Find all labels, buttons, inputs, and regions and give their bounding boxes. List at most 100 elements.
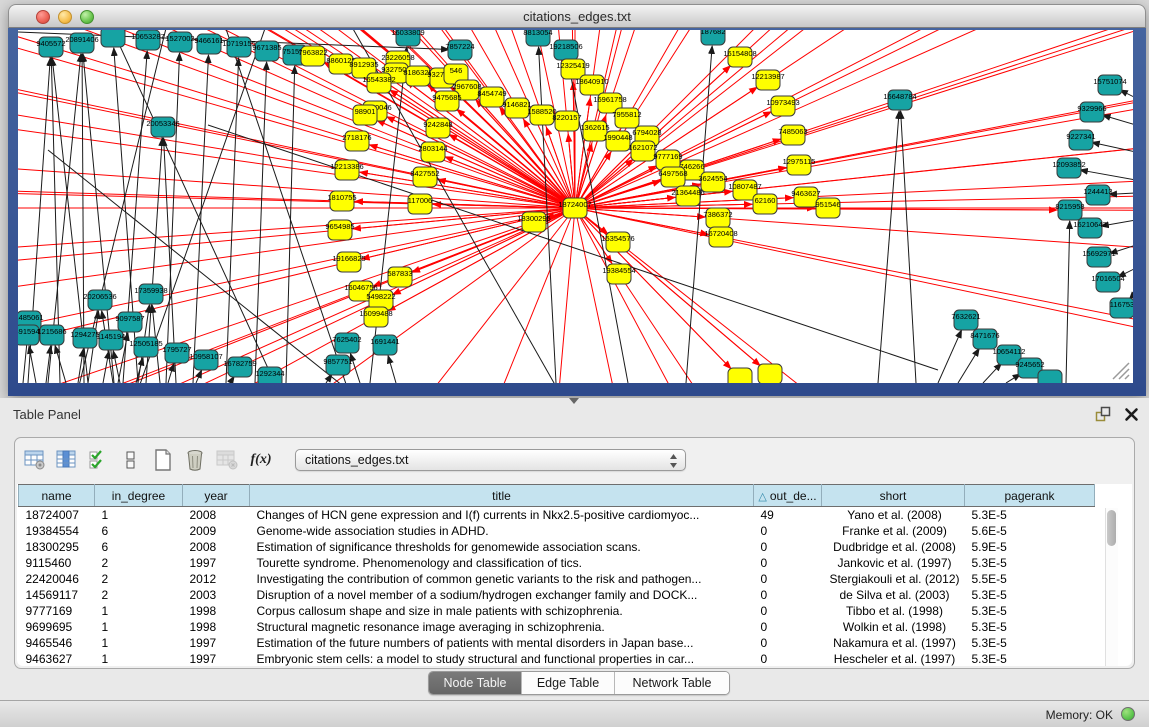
cell-pagerank[interactable]: 5.3E-5 xyxy=(965,635,1095,651)
cell-name[interactable]: 14569117 xyxy=(19,587,95,603)
cell-pagerank[interactable]: 5.3E-5 xyxy=(965,619,1095,635)
cell-out_de[interactable]: 0 xyxy=(754,651,822,667)
column-header-in_degree[interactable]: in_degree xyxy=(95,485,183,507)
cell-name[interactable]: 22420046 xyxy=(19,571,95,587)
column-header-year[interactable]: year xyxy=(183,485,250,507)
table-row[interactable]: 2242004622012Investigating the contribut… xyxy=(19,571,1095,587)
cell-year[interactable]: 2003 xyxy=(183,587,250,603)
cell-short[interactable]: Jankovic et al. (1997) xyxy=(822,555,965,571)
cell-pagerank[interactable]: 5.3E-5 xyxy=(965,555,1095,571)
cell-title[interactable]: Estimation of the future numbers of pati… xyxy=(250,635,754,651)
cell-in_degree[interactable]: 2 xyxy=(95,587,183,603)
tab-edge-table[interactable]: Edge Table xyxy=(521,672,614,694)
tab-node-table[interactable]: Node Table xyxy=(429,672,521,694)
cell-year[interactable]: 2009 xyxy=(183,523,250,539)
cell-title[interactable]: Embryonic stem cells: a model to study s… xyxy=(250,651,754,667)
cell-out_de[interactable]: 0 xyxy=(754,571,822,587)
cell-in_degree[interactable]: 1 xyxy=(95,507,183,523)
cell-year[interactable]: 2012 xyxy=(183,571,250,587)
table-mode-icon[interactable] xyxy=(23,448,47,472)
graph-node[interactable] xyxy=(758,364,782,383)
table-row[interactable]: 977716911998Corpus callosum shape and si… xyxy=(19,603,1095,619)
table-row[interactable]: 1456911722003Disruption of a novel membe… xyxy=(19,587,1095,603)
cell-name[interactable]: 9465546 xyxy=(19,635,95,651)
table-scrollbar[interactable] xyxy=(1105,508,1118,666)
cell-pagerank[interactable]: 5.5E-5 xyxy=(965,571,1095,587)
cell-year[interactable]: 1998 xyxy=(183,603,250,619)
cell-name[interactable]: 18724007 xyxy=(19,507,95,523)
scrollbar-thumb[interactable] xyxy=(1107,510,1116,546)
column-header-title[interactable]: title xyxy=(250,485,754,507)
cell-in_degree[interactable]: 6 xyxy=(95,539,183,555)
cell-out_de[interactable]: 0 xyxy=(754,619,822,635)
cell-short[interactable]: Tibbo et al. (1998) xyxy=(822,603,965,619)
cell-out_de[interactable]: 0 xyxy=(754,555,822,571)
cell-name[interactable]: 18300295 xyxy=(19,539,95,555)
cell-name[interactable]: 19384554 xyxy=(19,523,95,539)
cell-out_de[interactable]: 0 xyxy=(754,587,822,603)
cell-title[interactable]: Structural magnetic resonance image aver… xyxy=(250,619,754,635)
table-row[interactable]: 946554611997Estimation of the future num… xyxy=(19,635,1095,651)
cell-pagerank[interactable]: 5.3E-5 xyxy=(965,603,1095,619)
cell-year[interactable]: 1997 xyxy=(183,635,250,651)
cell-short[interactable]: Stergiakouli et al. (2012) xyxy=(822,571,965,587)
window-titlebar[interactable]: citations_edges.txt xyxy=(8,4,1146,28)
cell-pagerank[interactable]: 5.3E-5 xyxy=(965,587,1095,603)
cell-in_degree[interactable]: 2 xyxy=(95,555,183,571)
graph-node[interactable] xyxy=(1038,370,1062,383)
cell-out_de[interactable]: 49 xyxy=(754,507,822,523)
cell-title[interactable]: Corpus callosum shape and size in male p… xyxy=(250,603,754,619)
splitter-grip-icon[interactable] xyxy=(569,398,579,404)
cell-in_degree[interactable]: 1 xyxy=(95,619,183,635)
cell-out_de[interactable]: 0 xyxy=(754,523,822,539)
table-row[interactable]: 1938455462009Genome-wide association stu… xyxy=(19,523,1095,539)
network-graph[interactable]: 1872400794055722089140610653287152700294… xyxy=(18,30,1133,383)
graph-node[interactable] xyxy=(101,30,125,47)
cell-in_degree[interactable]: 1 xyxy=(95,635,183,651)
graph-node[interactable] xyxy=(728,368,752,383)
network-view-window[interactable]: citations_edges.txt 18724007940557220891… xyxy=(8,4,1146,396)
row-select-icon[interactable] xyxy=(87,448,111,472)
table-row[interactable]: 1830029562008Estimation of significance … xyxy=(19,539,1095,555)
cell-pagerank[interactable]: 5.6E-5 xyxy=(965,523,1095,539)
cell-in_degree[interactable]: 1 xyxy=(95,651,183,667)
close-panel-icon[interactable] xyxy=(1124,407,1139,422)
cell-pagerank[interactable]: 5.3E-5 xyxy=(965,507,1095,523)
cell-short[interactable]: Yano et al. (2008) xyxy=(822,507,965,523)
delete-column-icon[interactable] xyxy=(183,448,207,472)
cell-year[interactable]: 2008 xyxy=(183,507,250,523)
new-column-icon[interactable] xyxy=(151,448,175,472)
resize-grip-icon[interactable] xyxy=(1109,359,1131,381)
cell-pagerank[interactable]: 5.9E-5 xyxy=(965,539,1095,555)
cell-short[interactable]: Wolkin et al. (1998) xyxy=(822,619,965,635)
column-chooser-icon[interactable] xyxy=(55,448,79,472)
column-header-short[interactable]: short xyxy=(822,485,965,507)
cell-title[interactable]: Disruption of a novel member of a sodium… xyxy=(250,587,754,603)
cell-in_degree[interactable]: 1 xyxy=(95,603,183,619)
table-row[interactable]: 1872400712008Changes of HCN gene express… xyxy=(19,507,1095,523)
cell-title[interactable]: Investigating the contribution of common… xyxy=(250,571,754,587)
column-header-out_de[interactable]: △out_de... xyxy=(754,485,822,507)
cell-out_de[interactable]: 0 xyxy=(754,603,822,619)
cell-out_de[interactable]: 0 xyxy=(754,539,822,555)
cell-in_degree[interactable]: 2 xyxy=(95,571,183,587)
cell-short[interactable]: de Silva et al. (2003) xyxy=(822,587,965,603)
column-header-pagerank[interactable]: pagerank xyxy=(965,485,1095,507)
cell-title[interactable]: Estimation of significance thresholds fo… xyxy=(250,539,754,555)
cell-name[interactable]: 9777169 xyxy=(19,603,95,619)
cell-year[interactable]: 1997 xyxy=(183,555,250,571)
cell-short[interactable]: Nakamura et al. (1997) xyxy=(822,635,965,651)
network-canvas[interactable]: 1872400794055722089140610653287152700294… xyxy=(18,30,1133,383)
column-header-name[interactable]: name xyxy=(19,485,95,507)
cell-pagerank[interactable]: 5.3E-5 xyxy=(965,651,1095,667)
table-row[interactable]: 911546021997Tourette syndrome. Phenomeno… xyxy=(19,555,1095,571)
cell-in_degree[interactable]: 6 xyxy=(95,523,183,539)
rows-icon[interactable] xyxy=(119,448,143,472)
cell-short[interactable]: Dudbridge et al. (2008) xyxy=(822,539,965,555)
cell-title[interactable]: Genome-wide association studies in ADHD. xyxy=(250,523,754,539)
float-panel-icon[interactable] xyxy=(1095,406,1112,423)
table-select-dropdown[interactable]: citations_edges.txt xyxy=(295,449,686,471)
cell-name[interactable]: 9463627 xyxy=(19,651,95,667)
cell-title[interactable]: Changes of HCN gene expression and I(f) … xyxy=(250,507,754,523)
cell-name[interactable]: 9699695 xyxy=(19,619,95,635)
